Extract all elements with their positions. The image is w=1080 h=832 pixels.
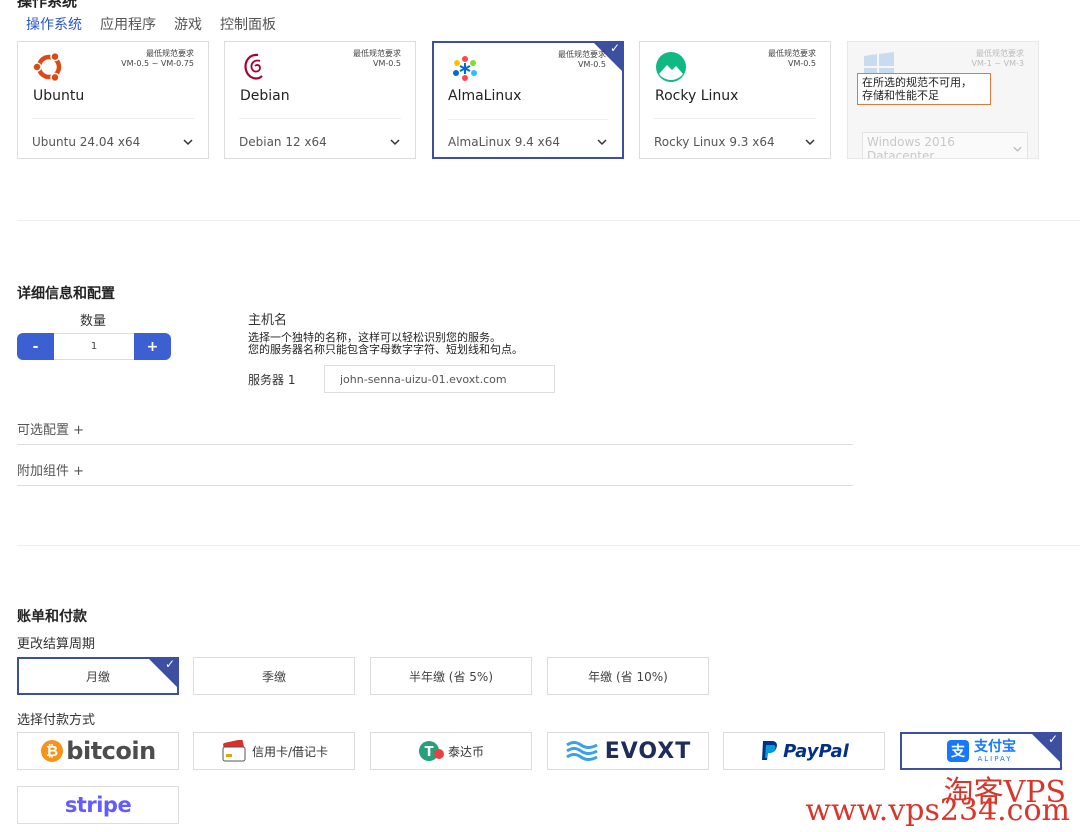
payment-evoxt[interactable]: EVOXT [547, 732, 709, 770]
os-name: Rocky Linux [655, 88, 739, 104]
quantity-label: 数量 [80, 314, 107, 329]
unavailable-tooltip: 在所选的规范不可用， 存储和性能不足 [857, 73, 991, 105]
chevron-down-icon [1013, 146, 1022, 152]
tether-icon: T [418, 741, 444, 761]
quantity-increase-button[interactable]: + [134, 333, 171, 360]
os-version-select[interactable]: Debian 12 x64 [239, 135, 401, 149]
os-version-select[interactable]: Rocky Linux 9.3 x64 [654, 135, 816, 149]
os-requirement: 最低规范要求 VM-0.5 [353, 49, 401, 68]
period-semiannual[interactable]: 半年缴 (省 5%) [370, 657, 532, 695]
check-icon: ✓ [609, 41, 620, 55]
period-annual[interactable]: 年缴 (省 10%) [547, 657, 709, 695]
payment-method-label: 选择付款方式 [17, 713, 96, 728]
server-label: 服务器 1 [248, 373, 296, 387]
details-section-title: 详细信息和配置 [17, 286, 115, 302]
os-card-debian[interactable]: 最低规范要求 VM-0.5 Debian Debian 12 x64 [224, 41, 416, 159]
svg-text:₿: ₿ [46, 742, 58, 760]
ubuntu-logo-icon [32, 51, 62, 83]
os-name: Debian [240, 88, 290, 104]
tab-games[interactable]: 游戏 [174, 14, 202, 34]
bitcoin-icon: ₿ [41, 740, 64, 762]
evoxt-icon [565, 741, 598, 761]
divider [17, 220, 1080, 221]
os-version-select[interactable]: AlmaLinux 9.4 x64 [448, 135, 608, 149]
divider [17, 545, 1080, 546]
paypal-icon [762, 741, 778, 760]
addons-toggle[interactable]: 附加组件 + [17, 460, 853, 486]
rocky-linux-logo-icon [656, 52, 686, 82]
os-tabs: 操作系统 应用程序 游戏 控制面板 [26, 14, 276, 34]
tab-applications[interactable]: 应用程序 [100, 14, 156, 34]
watermark: 淘客VPS www.vps234.com [805, 775, 1070, 828]
os-requirement: 最低规范要求 VM-0.5 ~ VM-0.75 [121, 49, 194, 68]
server-hostname-input[interactable] [324, 365, 555, 393]
payment-bitcoin[interactable]: ₿ bitcoin [17, 732, 179, 770]
quantity-decrease-button[interactable]: - [17, 333, 54, 360]
optional-config-toggle[interactable]: 可选配置 + [17, 419, 853, 445]
billing-section-title: 账单和付款 [17, 609, 87, 625]
almalinux-logo-icon [453, 56, 477, 81]
payment-stripe[interactable]: stripe [17, 786, 179, 824]
alipay-label: 支付宝 ALIPAY [974, 738, 1016, 763]
os-requirement: 最低规范要求 VM-1 ~ VM-3 [971, 49, 1025, 68]
quantity-stepper: - + [17, 333, 171, 360]
hostname-description: 选择一个独特的名称，这样可以轻松识别您的服务。 您的服务器名称只能包含字母数字字… [248, 331, 523, 356]
chevron-down-icon [805, 139, 815, 146]
stripe-icon: stripe [64, 793, 132, 817]
os-version-select: Windows 2016 Datacenter [862, 132, 1028, 158]
os-card-rocky-linux[interactable]: 最低规范要求 VM-0.5 Rocky Linux Rocky Linux 9.… [639, 41, 831, 159]
hostname-title: 主机名 [248, 313, 288, 328]
divider [32, 118, 194, 119]
period-quarterly[interactable]: 季缴 [193, 657, 355, 695]
os-card-ubuntu[interactable]: 最低规范要求 VM-0.5 ~ VM-0.75 Ubuntu Ubuntu 24… [17, 41, 209, 159]
divider [239, 118, 401, 119]
svg-text:T: T [425, 745, 434, 760]
tab-operating-system[interactable]: 操作系统 [26, 14, 82, 34]
os-requirement: 最低规范要求 VM-0.5 [558, 50, 606, 69]
os-name: AlmaLinux [448, 88, 522, 104]
payment-paypal[interactable]: PayPal [723, 732, 885, 770]
debian-logo-icon [244, 53, 263, 80]
alipay-icon: 支 [947, 740, 969, 762]
quantity-input[interactable] [54, 333, 134, 360]
os-version-select[interactable]: Ubuntu 24.04 x64 [32, 135, 194, 149]
divider [448, 119, 608, 120]
divider [654, 118, 816, 119]
payment-credit-card[interactable]: 信用卡/借记卡 [193, 732, 355, 770]
chevron-down-icon [597, 139, 607, 146]
check-icon: ✓ [164, 657, 175, 671]
credit-card-icon [222, 740, 246, 762]
chevron-down-icon [390, 139, 400, 146]
period-monthly[interactable]: 月缴 ✓ [17, 657, 179, 695]
payment-tether[interactable]: T 泰达币 [370, 732, 532, 770]
os-name: Ubuntu [33, 88, 85, 104]
section-heading-os: 操作系统 [17, 0, 78, 10]
svg-text:支: 支 [950, 743, 966, 760]
os-card-almalinux[interactable]: ✓ 最低规范要求 VM-0.5 AlmaLinux AlmaLinux 9.4 … [432, 41, 624, 159]
billing-cycle-label: 更改结算周期 [17, 637, 96, 652]
payment-alipay[interactable]: ✓ 支 支付宝 ALIPAY [900, 732, 1062, 770]
check-icon: ✓ [1047, 732, 1058, 746]
tab-control-panel[interactable]: 控制面板 [220, 14, 276, 34]
os-requirement: 最低规范要求 VM-0.5 [768, 49, 816, 68]
chevron-down-icon [183, 139, 193, 146]
